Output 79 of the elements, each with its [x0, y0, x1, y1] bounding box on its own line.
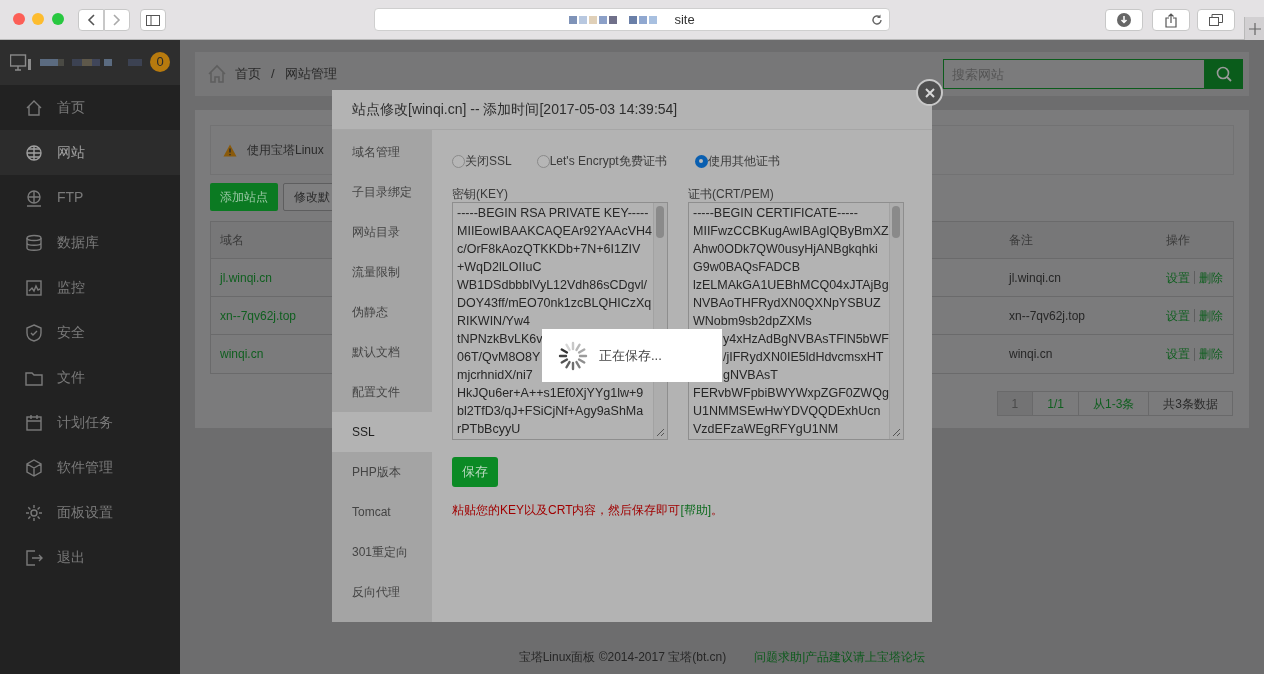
sidebar-item[interactable]: 软件管理: [0, 445, 180, 490]
radio-button[interactable]: [536, 154, 550, 168]
alert-text: 使用宝塔Linux: [247, 142, 324, 159]
radio-button[interactable]: [452, 154, 465, 168]
resize-grip-icon[interactable]: [892, 428, 901, 437]
share-button[interactable]: [1152, 9, 1190, 31]
share-icon: [1165, 12, 1177, 28]
database-icon: [25, 233, 43, 252]
save-button[interactable]: 保存: [452, 457, 498, 487]
table-cell-text: xn--7qv62j.top: [1009, 307, 1087, 325]
shield-icon: [25, 323, 43, 342]
download-button[interactable]: [1105, 9, 1143, 31]
plus-icon: [1248, 22, 1261, 35]
radio-label[interactable]: 使用其他证书: [707, 152, 780, 170]
resize-grip-icon[interactable]: [656, 428, 665, 437]
column-header: 备注: [1009, 232, 1034, 249]
notification-badge[interactable]: 0: [150, 52, 170, 72]
maximize-window-icon[interactable]: [52, 13, 64, 25]
column-header: 操作: [1166, 232, 1191, 249]
page-info: 共3条数据: [1149, 391, 1233, 416]
dialog-tab[interactable]: SSL: [332, 412, 432, 452]
exit-icon: [25, 548, 43, 567]
forward-button[interactable]: [104, 9, 130, 31]
field-label: 证书(CRT/PEM): [688, 186, 775, 202]
sidebar-item[interactable]: 网站: [0, 130, 180, 175]
gear-icon: [25, 503, 43, 522]
search-icon: [1216, 66, 1232, 82]
sidebar-item[interactable]: FTP: [0, 175, 180, 220]
calendar-icon: [25, 413, 43, 432]
warning-icon: [223, 143, 237, 157]
home-icon[interactable]: [207, 64, 227, 84]
scrollbar-thumb[interactable]: [892, 206, 900, 238]
field-label: 密钥(KEY): [452, 186, 509, 202]
chevron-right-icon: [113, 14, 121, 26]
sidebar-item[interactable]: 面板设置: [0, 490, 180, 535]
globe-icon: [25, 143, 43, 162]
instruction-text: 粘贴您的KEY以及CRT内容，然后保存即可[帮助]。: [452, 503, 724, 517]
search-button[interactable]: [1205, 59, 1243, 89]
back-button[interactable]: [78, 9, 104, 31]
table-cell-text: winqi.cn: [1009, 346, 1054, 363]
close-window-icon[interactable]: [13, 13, 25, 25]
radio-label[interactable]: Let's Encrypt免费证书: [549, 152, 667, 170]
new-tab-button[interactable]: [1244, 17, 1264, 40]
table-cell-text: jl.winqi.cn: [1009, 269, 1063, 287]
sidebar-item[interactable]: 监控: [0, 265, 180, 310]
spinner-icon: [558, 340, 588, 371]
sidebar-item[interactable]: 文件: [0, 355, 180, 400]
sidebar-toggle-button[interactable]: [140, 9, 166, 31]
box-icon: [25, 458, 43, 477]
sidebar-item[interactable]: 数据库: [0, 220, 180, 265]
radio-label[interactable]: 关闭SSL: [465, 152, 512, 170]
tabs-icon: [1209, 14, 1223, 26]
monitor-icon: [10, 53, 32, 72]
footer-copyright: 宝塔Linux面板 ©2014-2017 宝塔(bt.cn): [518, 649, 727, 666]
sidebar-item[interactable]: 首页: [0, 85, 180, 130]
reload-icon[interactable]: [871, 14, 883, 26]
sidebar-item[interactable]: 安全: [0, 310, 180, 355]
url-text: site: [674, 10, 695, 29]
download-icon: [1117, 13, 1131, 27]
loading-text: 正在保存...: [599, 346, 662, 365]
breadcrumb-separator: /: [271, 65, 275, 84]
sidebar-icon: [146, 14, 160, 26]
column-header: 域名: [219, 232, 244, 249]
tabs-button[interactable]: [1197, 9, 1235, 31]
chevron-left-icon: [87, 14, 95, 26]
help-link[interactable]: [帮助]: [680, 503, 712, 517]
globe-icon: [25, 188, 43, 207]
sidebar-item[interactable]: 退出: [0, 535, 180, 580]
scrollbar-thumb[interactable]: [656, 206, 664, 238]
breadcrumb-current: 网站管理: [284, 65, 337, 84]
address-bar[interactable]: site: [374, 8, 890, 31]
close-icon: [924, 87, 935, 98]
add-site-button[interactable]: 添加站点: [210, 183, 278, 211]
sidebar-item[interactable]: 计划任务: [0, 400, 180, 445]
chart-icon: [25, 278, 43, 297]
home-icon: [25, 98, 43, 117]
breadcrumb-link[interactable]: 首页: [235, 64, 261, 84]
radio-button[interactable]: [694, 154, 708, 168]
dialog-title: 站点修改[winqi.cn] -- 添加时间[2017-05-03 14:39:54]: [352, 100, 678, 119]
